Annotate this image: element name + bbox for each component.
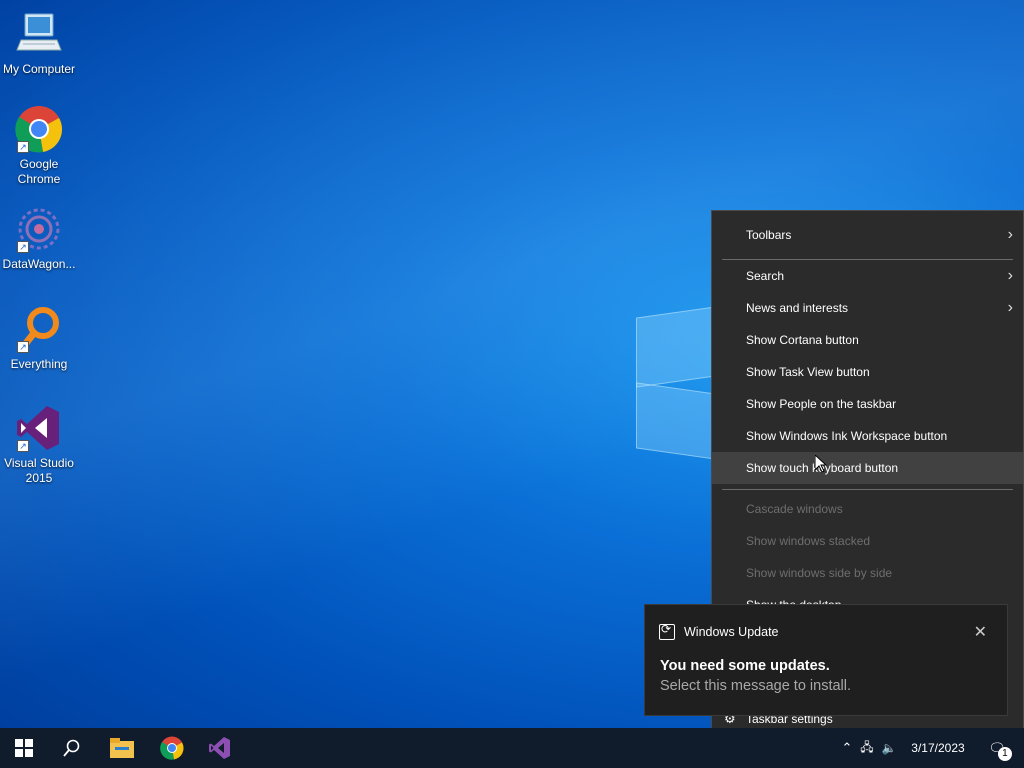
notification-count-badge: 1	[997, 746, 1012, 761]
chevron-right-icon: ›	[1007, 267, 1013, 284]
chevron-up-icon[interactable]: ⌃	[838, 740, 856, 756]
visual-studio-icon	[209, 737, 230, 759]
menu-item-show-people[interactable]: Show People on the taskbar	[712, 388, 1023, 420]
taskbar: ⌃ 🖧 🔈 3/17/2023 🗨 1	[0, 728, 1024, 768]
network-icon[interactable]: 🖧	[856, 738, 878, 759]
chevron-right-icon: ›	[1007, 226, 1013, 243]
desktop-icon-visual-studio[interactable]: ↗ Visual Studio 2015	[0, 404, 78, 486]
toast-app-name: Windows Update	[684, 625, 779, 639]
wallpaper-logo-pane	[636, 382, 716, 460]
toast-body: Select this message to install.	[660, 678, 852, 694]
close-icon[interactable]: ✕	[974, 622, 987, 642]
toast-header: Windows Update	[659, 622, 779, 640]
desktop-icon-label: Google Chrome	[17, 157, 61, 186]
search-icon	[63, 739, 80, 757]
shortcut-arrow-icon: ↗	[17, 440, 29, 452]
taskbar-file-explorer[interactable]	[98, 728, 146, 768]
menu-item-news-and-interests[interactable]: News and interests ›	[712, 292, 1023, 324]
volume-icon[interactable]: 🔈	[878, 741, 900, 755]
menu-item-show-touch-keyboard[interactable]: Show touch keyboard button	[712, 452, 1023, 484]
windows-update-toast[interactable]: Windows Update ✕ You need some updates. …	[644, 604, 1008, 716]
menu-item-show-windows-stacked: Show windows stacked	[746, 534, 871, 548]
menu-item-show-windows-ink[interactable]: Show Windows Ink Workspace button	[712, 420, 1023, 452]
desktop-icon-label: My Computer	[2, 62, 76, 76]
chrome-icon: ↗	[15, 105, 63, 153]
toast-title: You need some updates.	[660, 658, 830, 674]
mouse-cursor-icon	[815, 455, 827, 473]
chrome-icon	[160, 736, 184, 760]
notification-icon: 🗨 1	[988, 740, 1012, 761]
chevron-right-icon: ›	[1007, 299, 1013, 316]
search-button[interactable]	[48, 728, 96, 768]
desktop-icon-label: Visual Studio 2015	[4, 456, 74, 485]
datawagon-icon: ↗	[15, 205, 63, 253]
shortcut-arrow-icon: ↗	[17, 141, 29, 153]
system-tray: ⌃ 🖧 🔈 3/17/2023	[838, 728, 968, 768]
menu-item-show-windows-side-by-side: Show windows side by side	[746, 566, 893, 580]
menu-item-show-task-view-button[interactable]: Show Task View button	[712, 356, 1023, 388]
everything-search-icon: ↗	[15, 305, 63, 353]
file-explorer-icon	[110, 738, 134, 758]
shortcut-arrow-icon: ↗	[17, 241, 29, 253]
clock-date[interactable]: 3/17/2023	[908, 741, 968, 755]
wallpaper-logo-pane	[636, 306, 716, 388]
menu-item-show-cortana-button[interactable]: Show Cortana button	[712, 324, 1023, 356]
desktop-icon-my-computer[interactable]: My Computer	[0, 10, 78, 77]
desktop-icon-label: Everything	[10, 357, 68, 371]
menu-item-search[interactable]: Search ›	[712, 260, 1023, 292]
desktop-icon-label: DataWagon...	[2, 257, 76, 271]
taskbar-visual-studio[interactable]	[196, 728, 244, 768]
windows-update-icon	[659, 622, 675, 640]
shortcut-arrow-icon: ↗	[17, 341, 29, 353]
computer-icon	[15, 10, 63, 58]
desktop-icon-everything[interactable]: ↗ Everything	[0, 305, 78, 372]
menu-separator	[722, 489, 1013, 490]
menu-item-toolbars[interactable]: Toolbars ›	[712, 219, 1023, 251]
taskbar-chrome[interactable]	[148, 728, 196, 768]
desktop-icon-google-chrome[interactable]: ↗ Google Chrome	[0, 105, 78, 187]
start-icon	[15, 739, 33, 757]
visual-studio-icon: ↗	[15, 404, 63, 452]
menu-item-cascade-windows: Cascade windows	[746, 502, 843, 516]
action-center-button[interactable]: 🗨 1	[982, 728, 1012, 768]
start-button[interactable]	[0, 728, 48, 768]
desktop-icon-datawagon[interactable]: ↗ DataWagon...	[0, 205, 78, 272]
